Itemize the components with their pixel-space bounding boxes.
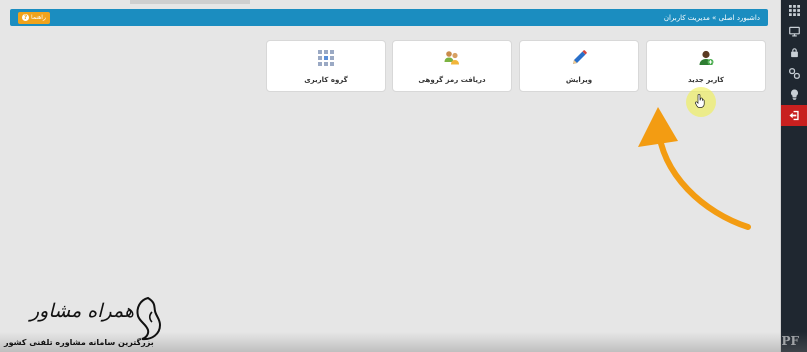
lightbulb-icon [790, 89, 798, 100]
watermark: PF [781, 334, 799, 348]
breadcrumb: داشبورد اصلی » مدیریت کاربران [663, 13, 760, 22]
apps-grid-icon [788, 5, 800, 16]
sidebar-item-apps[interactable] [781, 0, 807, 21]
tile-group-password[interactable]: دریافت رمز گروهی [392, 40, 512, 92]
question-icon: ? [22, 14, 29, 21]
link-icon [788, 68, 800, 79]
tile-new-user[interactable]: کاربر جدید [646, 40, 766, 92]
tile-user-group[interactable]: گروه کاربری [266, 40, 386, 92]
monitor-icon [788, 26, 800, 37]
top-strip [130, 0, 250, 4]
pencil-icon [570, 49, 588, 67]
sidebar-item-monitor[interactable] [781, 21, 807, 42]
sidebar-item-lightbulb[interactable] [781, 84, 807, 105]
sidebar [781, 0, 807, 352]
help-button-label: راهنما [31, 14, 46, 21]
annotation-arrow [638, 107, 751, 230]
tile-label: کاربر جدید [688, 75, 724, 84]
tile-label: دریافت رمز گروهی [418, 75, 486, 84]
page-header: ? راهنما داشبورد اصلی » مدیریت کاربران [10, 9, 768, 26]
tile-label: ویرایش [565, 75, 593, 84]
logout-icon [788, 110, 799, 121]
logo-subtitle: بزرگترین سامانه مشاوره تلفنی کشور [4, 338, 154, 347]
user-add-icon [697, 49, 715, 67]
tile-edit[interactable]: ویرایش [519, 40, 639, 92]
help-button[interactable]: ? راهنما [18, 11, 50, 24]
lock-icon [790, 48, 798, 58]
logo-title: همراه مشاور [30, 300, 135, 322]
grid-icon [317, 49, 335, 67]
users-key-icon [443, 49, 461, 67]
sidebar-item-link[interactable] [781, 63, 807, 84]
sidebar-item-lock[interactable] [781, 42, 807, 63]
tile-label: گروه کاربری [304, 75, 348, 84]
sidebar-item-logout[interactable] [781, 105, 807, 126]
